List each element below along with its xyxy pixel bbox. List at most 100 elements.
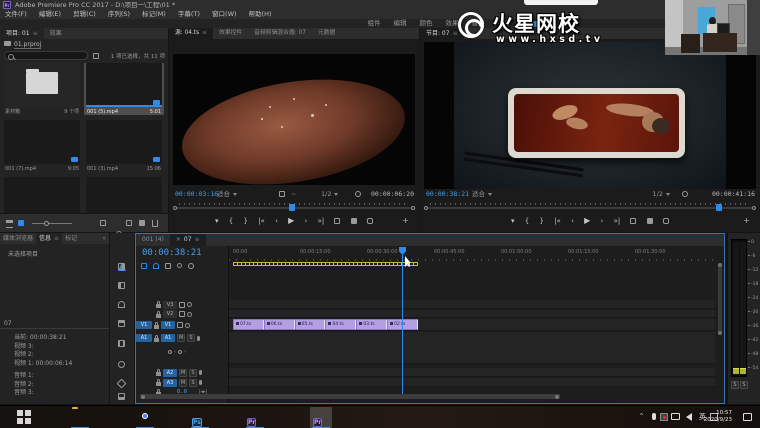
track-lane-v2[interactable]: [229, 310, 715, 318]
drag-video-icon[interactable]: [279, 191, 285, 197]
close-icon[interactable]: ×: [176, 236, 181, 243]
tab-overflow-icon[interactable]: »: [99, 233, 109, 244]
track-lane-a2[interactable]: [229, 368, 715, 377]
settings-wrench-icon[interactable]: [355, 191, 361, 197]
tab-media-browser[interactable]: 媒体浏览器: [0, 233, 36, 244]
voiceover-record-icon[interactable]: [199, 370, 202, 375]
trash-icon[interactable]: [152, 220, 158, 227]
new-item-icon[interactable]: [139, 220, 145, 226]
go-to-in-icon[interactable]: |«: [258, 217, 265, 225]
solo-right-button[interactable]: S: [740, 381, 748, 389]
program-zoom-select[interactable]: 适合: [472, 188, 492, 200]
zoom-to-fit-tool[interactable]: [118, 340, 126, 348]
slip-tool[interactable]: [118, 320, 126, 328]
tab-info[interactable]: 信息≡: [36, 233, 62, 244]
selection-tool[interactable]: [118, 243, 126, 251]
next-keyframe-icon[interactable]: ›: [184, 349, 186, 355]
program-playhead[interactable]: [716, 204, 722, 211]
settings-wrench-icon[interactable]: [682, 191, 688, 197]
step-back-icon[interactable]: ‹: [275, 217, 278, 225]
solo-button[interactable]: S: [189, 379, 197, 387]
scrub-left-handle[interactable]: [173, 206, 177, 210]
menu-clip[interactable]: 剪辑(C): [68, 10, 101, 19]
track-target-v1[interactable]: V1: [161, 321, 175, 329]
taskbar-clock[interactable]: 10:57 2020/9/23: [704, 410, 732, 424]
overwrite-icon[interactable]: [351, 218, 357, 224]
new-bin-icon[interactable]: [126, 220, 132, 226]
nest-insert-icon[interactable]: [141, 263, 147, 269]
voiceover-record-icon[interactable]: [197, 336, 200, 341]
project-item-clip[interactable]: 001 (3).mp415:06: [84, 120, 164, 172]
track-target-v3[interactable]: V3: [163, 301, 177, 309]
lock-icon[interactable]: [156, 311, 161, 318]
menu-file[interactable]: 文件(F): [0, 10, 32, 19]
mark-out-icon[interactable]: }: [540, 217, 544, 225]
sync-lock-icon[interactable]: [177, 322, 183, 328]
toggle-track-output-icon[interactable]: [187, 312, 192, 317]
ripple-edit-tool[interactable]: [118, 282, 126, 290]
export-frame-icon[interactable]: [367, 218, 373, 224]
sequence-tab-inactive[interactable]: 001 (4): [136, 234, 170, 246]
source-playhead[interactable]: [289, 204, 295, 211]
search-input[interactable]: [4, 51, 88, 60]
track-target-v2[interactable]: V2: [163, 310, 177, 318]
menu-window[interactable]: 窗口(W): [207, 10, 242, 19]
track-target-a3[interactable]: A3: [163, 379, 177, 387]
tab-audio-clip-mixer[interactable]: 音频剪辑混合器: 07: [248, 28, 312, 39]
track-target-a1[interactable]: A1: [161, 334, 175, 342]
lock-icon[interactable]: [154, 322, 159, 329]
timeline-horizontal-scrollbar[interactable]: [140, 394, 560, 399]
project-item-clip-selected[interactable]: 001 (5).mp45:01: [84, 63, 164, 115]
export-frame-icon[interactable]: [663, 218, 669, 224]
timeline-vertical-scrollbar[interactable]: [718, 264, 722, 334]
menu-help[interactable]: 帮助(H): [244, 10, 277, 19]
mark-in-icon[interactable]: {: [525, 217, 529, 225]
sequence-tab-active[interactable]: ×07≡: [170, 234, 206, 246]
go-to-in-icon[interactable]: |«: [554, 217, 561, 225]
lock-icon[interactable]: [156, 379, 161, 386]
toggle-track-output-icon[interactable]: [187, 302, 192, 307]
work-area-bar[interactable]: [233, 262, 418, 266]
clip-scrub-bar[interactable]: [86, 105, 162, 107]
timeline-clip[interactable]: 04.ts: [325, 319, 356, 330]
chat-icon[interactable]: [671, 413, 680, 420]
button-editor-icon[interactable]: +: [743, 213, 750, 229]
track-select-forward-tool[interactable]: [118, 263, 126, 271]
source-zoom-select[interactable]: 适合: [217, 188, 237, 200]
lock-icon[interactable]: [156, 369, 161, 376]
program-video-viewport[interactable]: [424, 42, 756, 189]
workspace-tab-editing[interactable]: 编辑: [394, 19, 407, 28]
menu-titles[interactable]: 字幕(T): [173, 10, 205, 19]
start-button[interactable]: [17, 409, 33, 425]
panel-menu-icon[interactable]: ≡: [33, 30, 38, 37]
source-timecode[interactable]: 00:00:03:16: [175, 188, 218, 200]
file-explorer-icon[interactable]: [72, 409, 88, 425]
insert-icon[interactable]: [334, 218, 340, 224]
hand-tool[interactable]: [118, 393, 126, 401]
workspace-tab-color[interactable]: 颜色: [420, 19, 433, 28]
menu-sequence[interactable]: 序列(S): [103, 10, 135, 19]
tray-expand-icon[interactable]: ^: [639, 413, 644, 420]
automate-to-sequence-icon[interactable]: [100, 220, 106, 226]
zoom-slider-knob[interactable]: [44, 221, 49, 226]
list-view-icon[interactable]: [6, 220, 13, 228]
solo-button[interactable]: S: [187, 334, 195, 342]
project-item-clip[interactable]: 001 (8).mp4: [84, 177, 164, 213]
button-editor-icon[interactable]: +: [402, 213, 409, 229]
track-lane-a1[interactable]: [229, 332, 715, 364]
lock-icon[interactable]: [154, 335, 159, 342]
extract-icon[interactable]: [647, 218, 653, 224]
chrome-icon[interactable]: [137, 409, 153, 425]
step-forward-icon[interactable]: ›: [601, 217, 604, 225]
source-scrub-bar[interactable]: [173, 202, 415, 210]
scrub-track[interactable]: [424, 207, 756, 209]
tab-source[interactable]: 源: 04.ts≡: [169, 28, 213, 39]
speaker-icon[interactable]: [686, 413, 692, 421]
menu-markers[interactable]: 标记(M): [137, 10, 171, 19]
timeline-clip[interactable]: 06.ts: [264, 319, 295, 330]
track-lane-v1[interactable]: 07.ts 06.ts 05.ts 04.ts 03.ts 02.ts: [229, 319, 715, 331]
scrub-left-handle[interactable]: [424, 206, 428, 210]
mute-button[interactable]: M: [179, 369, 187, 377]
solo-left-button[interactable]: S: [731, 381, 739, 389]
mark-out-icon[interactable]: }: [244, 217, 248, 225]
